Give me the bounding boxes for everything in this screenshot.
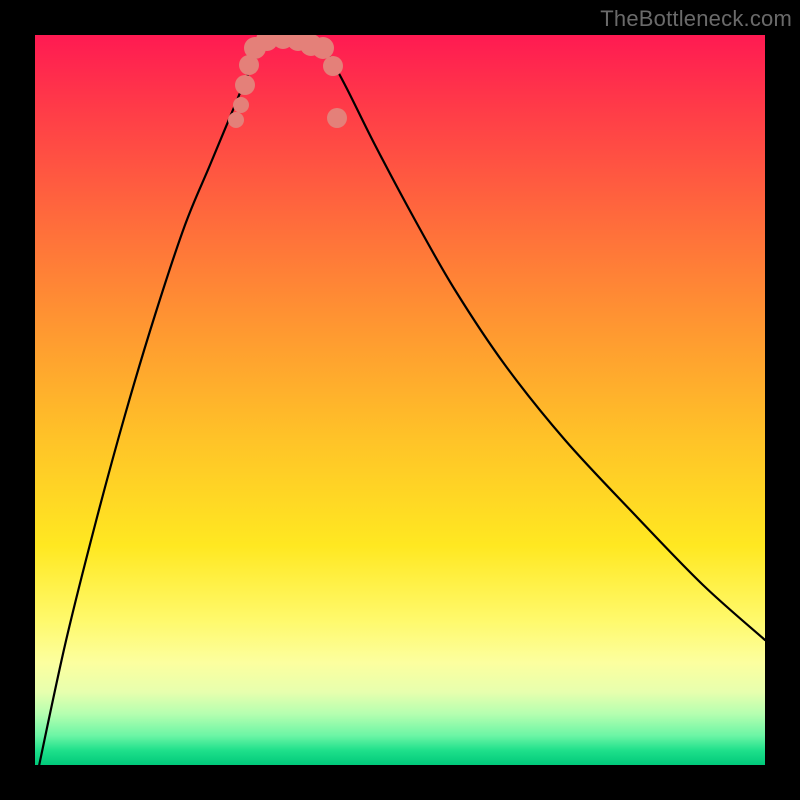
chart-frame: TheBottleneck.com xyxy=(0,0,800,800)
watermark-label: TheBottleneck.com xyxy=(600,6,792,32)
plot-background xyxy=(35,35,765,765)
